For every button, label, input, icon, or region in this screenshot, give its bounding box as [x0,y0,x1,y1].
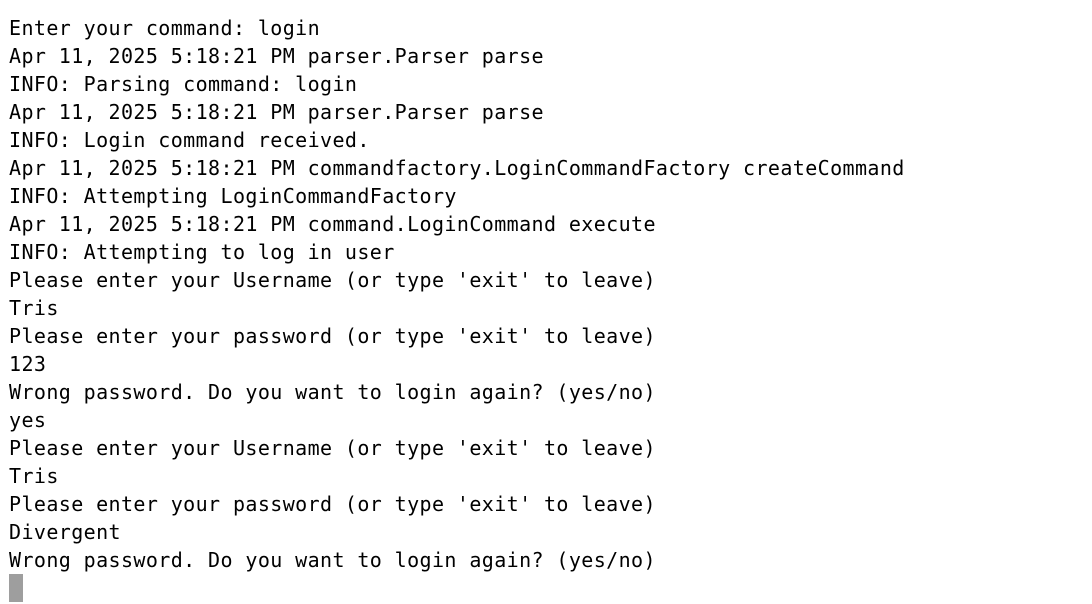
terminal-line: Divergent [9,520,121,544]
terminal-line: Wrong password. Do you want to login aga… [9,380,656,404]
terminal-line: INFO: Attempting LoginCommandFactory [9,184,457,208]
text-cursor[interactable] [9,574,23,602]
terminal-window[interactable]: Enter your command: login Apr 11, 2025 5… [0,0,1092,604]
terminal-line: INFO: Parsing command: login [9,72,358,96]
terminal-line: Wrong password. Do you want to login aga… [9,548,656,572]
terminal-line: yes [9,408,47,432]
terminal-line: 123 [9,352,47,376]
terminal-line: Apr 11, 2025 5:18:21 PM parser.Parser pa… [9,100,544,124]
terminal-line: Apr 11, 2025 5:18:21 PM command.LoginCom… [9,212,656,236]
terminal-line: Please enter your Username (or type 'exi… [9,268,656,292]
terminal-line: Please enter your Username (or type 'exi… [9,436,656,460]
terminal-line: Tris [9,296,59,320]
terminal-line: Apr 11, 2025 5:18:21 PM parser.Parser pa… [9,44,544,68]
terminal-line: Tris [9,464,59,488]
terminal-line: INFO: Login command received. [9,128,370,152]
terminal-line: INFO: Attempting to log in user [9,240,395,264]
terminal-line: Enter your command: login [9,16,321,40]
terminal-line: Apr 11, 2025 5:18:21 PM commandfactory.L… [9,156,905,180]
terminal-line: Please enter your password (or type 'exi… [9,324,656,348]
terminal-line: Please enter your password (or type 'exi… [9,492,656,516]
